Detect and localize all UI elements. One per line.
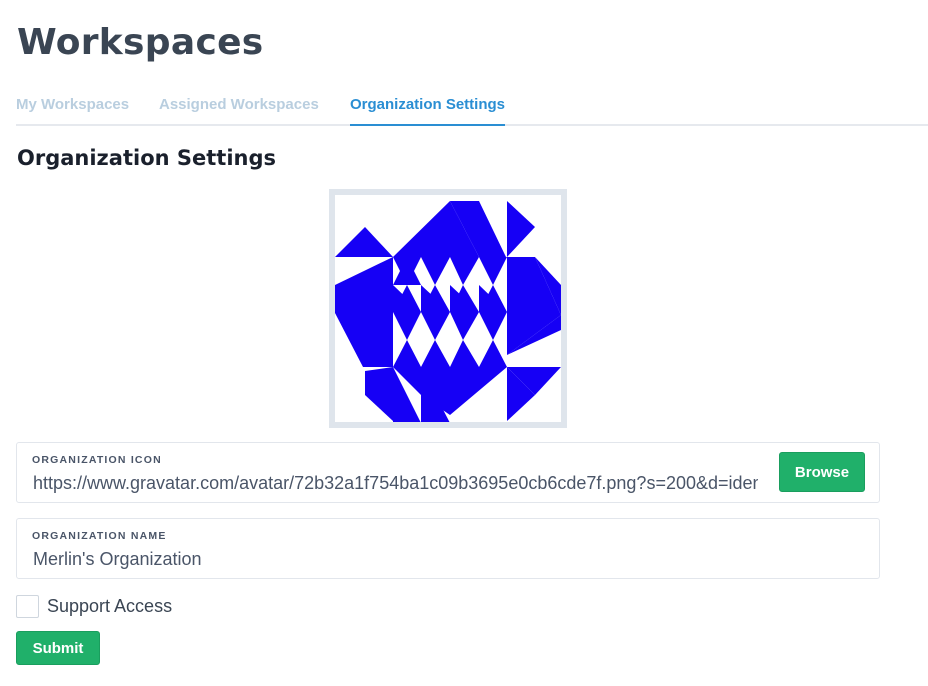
page-title: Workspaces: [17, 22, 264, 63]
organization-icon-input[interactable]: [33, 471, 758, 495]
organization-icon-label: ORGANIZATION ICON: [32, 454, 162, 466]
tab-organization-settings[interactable]: Organization Settings: [350, 96, 506, 126]
support-access-label: Support Access: [47, 595, 173, 616]
organization-name-input[interactable]: [33, 547, 758, 571]
organization-name-field: ORGANIZATION NAME: [16, 518, 880, 579]
identicon-image: [335, 195, 561, 422]
organization-icon-preview: [329, 189, 567, 428]
organization-name-label: ORGANIZATION NAME: [32, 530, 167, 542]
tab-assigned-workspaces[interactable]: Assigned Workspaces: [159, 96, 319, 124]
browse-button[interactable]: Browse: [779, 452, 865, 492]
organization-icon-field: ORGANIZATION ICON Browse: [16, 442, 880, 503]
section-title: Organization Settings: [17, 146, 277, 170]
support-access-checkbox[interactable]: [16, 594, 39, 618]
tab-bar: My Workspaces Assigned Workspaces Organi…: [16, 88, 928, 126]
support-access-option[interactable]: Support Access: [16, 594, 172, 618]
submit-button[interactable]: Submit: [16, 631, 100, 665]
tab-my-workspaces[interactable]: My Workspaces: [16, 96, 129, 124]
